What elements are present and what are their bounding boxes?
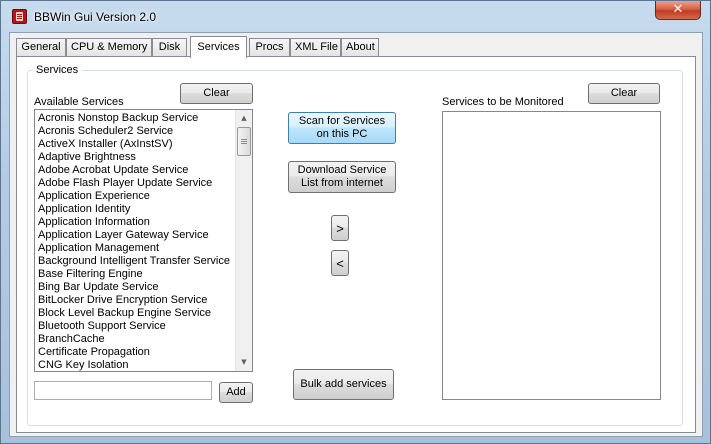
list-item[interactable]: ActiveX Installer (AxInstSV) xyxy=(38,138,230,151)
list-item[interactable]: Application Identity xyxy=(38,203,230,216)
list-item[interactable]: Adobe Acrobat Update Service xyxy=(38,164,230,177)
available-services-scrollbar[interactable]: ▲ ▼ xyxy=(235,110,252,371)
list-item[interactable]: Bluetooth Support Service xyxy=(38,320,230,333)
move-left-button[interactable]: < xyxy=(331,250,349,276)
list-item[interactable]: Background Intelligent Transfer Service xyxy=(38,255,230,268)
list-item[interactable]: BranchCache xyxy=(38,333,230,346)
clear-monitored-label: Clear xyxy=(610,87,638,99)
available-services-label: Available Services xyxy=(34,96,124,108)
close-button[interactable]: ✕ xyxy=(655,1,701,20)
list-item[interactable]: Application Experience xyxy=(38,190,230,203)
scan-label-line1: Scan for Services xyxy=(298,115,386,127)
move-right-icon: > xyxy=(336,220,344,236)
move-right-button[interactable]: > xyxy=(331,215,349,241)
monitored-services-label: Services to be Monitored xyxy=(442,96,564,108)
list-item[interactable]: Acronis Scheduler2 Service xyxy=(38,125,230,138)
add-button-label: Add xyxy=(226,386,246,398)
tab-cpu-memory[interactable]: CPU & Memory xyxy=(66,38,152,57)
list-item[interactable]: Base Filtering Engine xyxy=(38,268,230,281)
window-title: BBWin Gui Version 2.0 xyxy=(34,10,157,24)
available-services-list[interactable]: Acronis Nonstop Backup Service Acronis Sc… xyxy=(34,109,253,372)
list-item[interactable]: Adobe Flash Player Update Service xyxy=(38,177,230,190)
scroll-down-icon[interactable]: ▼ xyxy=(236,354,252,371)
tab-procs[interactable]: Procs xyxy=(249,38,290,57)
bulk-add-label: Bulk add services xyxy=(300,378,387,390)
close-icon: ✕ xyxy=(672,2,684,17)
list-item[interactable]: Acronis Nonstop Backup Service xyxy=(38,112,230,125)
services-group-title: Services xyxy=(32,64,83,76)
list-item[interactable]: Application Management xyxy=(38,242,230,255)
grip-line xyxy=(241,139,247,140)
grip-line xyxy=(241,143,247,144)
list-item[interactable]: Application Information xyxy=(38,216,230,229)
bulk-add-services-button[interactable]: Bulk add services xyxy=(293,369,394,400)
title-bar[interactable]: BBWin Gui Version 2.0 ✕ xyxy=(1,1,710,33)
app-icon[interactable] xyxy=(12,9,27,24)
available-services-items: Acronis Nonstop Backup Service Acronis Sc… xyxy=(38,112,230,371)
tab-about[interactable]: About xyxy=(341,38,379,57)
list-item[interactable]: Adaptive Brightness xyxy=(38,151,230,164)
tab-disk[interactable]: Disk xyxy=(152,38,187,57)
move-left-icon: < xyxy=(336,255,344,271)
list-item[interactable]: Certificate Propagation xyxy=(38,346,230,359)
add-service-input[interactable] xyxy=(34,381,212,400)
scroll-up-icon[interactable]: ▲ xyxy=(236,110,252,127)
list-item[interactable]: CNG Key Isolation xyxy=(38,359,230,371)
download-label-line2: List from internet xyxy=(301,177,383,189)
download-label-line1: Download Service xyxy=(297,164,387,176)
scan-services-button[interactable]: Scan for Services on this PC xyxy=(288,112,396,144)
clear-available-label: Clear xyxy=(203,87,230,99)
client-area: General CPU & Memory Disk Services Procs… xyxy=(9,32,703,437)
clear-available-button[interactable]: Clear xyxy=(180,83,253,104)
list-item[interactable]: Block Level Backup Engine Service xyxy=(38,307,230,320)
clear-monitored-button[interactable]: Clear xyxy=(588,83,660,104)
grip-line xyxy=(241,141,247,142)
services-tab-panel: Services Available Services Clear Acroni… xyxy=(16,56,696,433)
add-button[interactable]: Add xyxy=(219,382,253,403)
tab-services[interactable]: Services xyxy=(190,36,247,58)
list-item[interactable]: Application Layer Gateway Service xyxy=(38,229,230,242)
download-service-list-button[interactable]: Download Service List from internet xyxy=(288,161,396,193)
list-item[interactable]: BitLocker Drive Encryption Service xyxy=(38,294,230,307)
tab-xml-file[interactable]: XML File xyxy=(290,38,341,57)
list-item[interactable]: Bing Bar Update Service xyxy=(38,281,230,294)
monitored-services-list[interactable] xyxy=(442,111,661,400)
tab-general[interactable]: General xyxy=(16,38,66,57)
app-logo-icon xyxy=(16,12,23,21)
scan-label-line2: on this PC xyxy=(316,128,368,140)
scroll-thumb[interactable] xyxy=(237,127,251,156)
app-window: BBWin Gui Version 2.0 ✕ General CPU & Me… xyxy=(0,0,711,444)
